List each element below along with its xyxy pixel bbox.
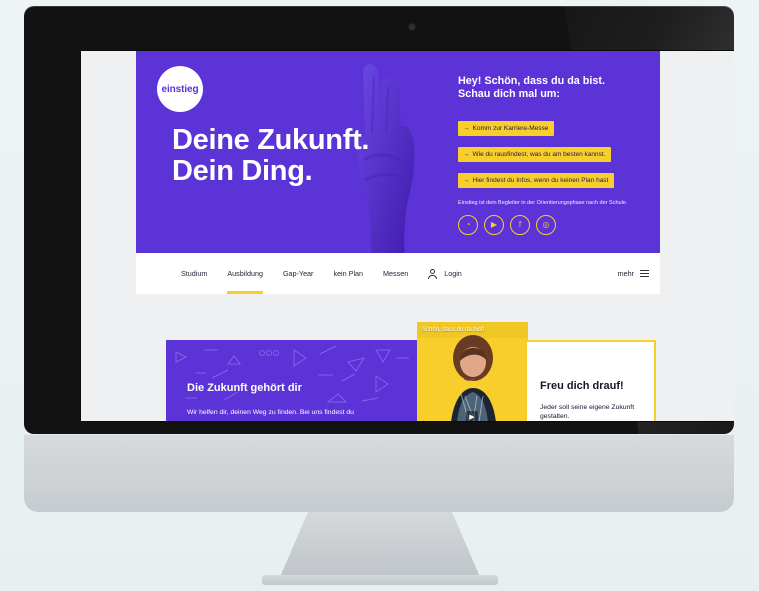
instagram-icon[interactable]: ◎ (536, 215, 556, 235)
social-links: ◔ ▶ f ◎ (458, 215, 648, 235)
play-icon[interactable]: ▶ (466, 411, 478, 421)
monitor-chin (24, 434, 734, 512)
menu-icon (640, 270, 649, 277)
arrow-right-icon: → (463, 151, 470, 158)
nav-item-messen[interactable]: Messen (383, 253, 408, 294)
video-title: Schön, dass du da bist! (422, 327, 485, 333)
hero-greeting: Hey! Schön, dass du da bist. Schau dich … (458, 75, 605, 100)
nav-items: Studium Ausbildung Gap-Year kein Plan Me… (181, 253, 462, 294)
youtube-icon[interactable]: ▶ (484, 215, 504, 235)
hero-description: Einstieg ist dein Begleiter in der Orien… (458, 200, 628, 206)
login-label: Login (444, 269, 462, 278)
monitor-bezel: einstieg Deine Zukunft. Dein Ding. Hey! … (24, 6, 734, 434)
logo-text: einstieg (161, 83, 199, 95)
nav-item-login[interactable]: Login (428, 253, 462, 294)
hero-title: Deine Zukunft. Dein Ding. (172, 125, 412, 187)
talent-button[interactable]: → Wie du rausfindest, was du am besten k… (458, 147, 612, 162)
logo[interactable]: einstieg (157, 66, 203, 112)
arrow-right-icon: → (463, 125, 470, 132)
career-fair-button[interactable]: → Komm zur Karriere-Messe (458, 121, 555, 136)
monitor-stand-neck (280, 512, 480, 577)
future-card-text: Wir helfen dir, deinen Weg zu finden. Be… (187, 409, 354, 416)
nav-item-ausbildung[interactable]: Ausbildung (227, 253, 263, 294)
freu-dich-card: Freu dich drauf! Jeder soll seine eigene… (527, 340, 656, 421)
hero-title-line2: Dein Ding. (172, 155, 313, 187)
no-plan-button[interactable]: → Hier findest du Infos, wenn du keinen … (458, 173, 615, 188)
intro-video-card[interactable]: Schön, dass du da bist! ▶ (417, 322, 528, 421)
video-thumbnail (417, 322, 528, 421)
main-navigation: Studium Ausbildung Gap-Year kein Plan Me… (136, 253, 660, 294)
arrow-right-icon: → (463, 177, 470, 184)
snapchat-icon[interactable]: ◔ (458, 215, 478, 235)
talent-button-label: Wie du rausfindest, was du am besten kan… (472, 151, 606, 158)
nav-item-studium[interactable]: Studium (181, 253, 207, 294)
nav-item-gap-year[interactable]: Gap-Year (283, 253, 314, 294)
future-card-title: Die Zukunft gehört dir (187, 382, 302, 394)
freu-dich-text: Jeder soll seine eigene Zukunft gestalte… (540, 404, 635, 420)
monitor-stand-base (262, 575, 498, 585)
career-fair-button-label: Komm zur Karriere-Messe (472, 125, 549, 132)
camera-dot (409, 24, 415, 30)
screen: einstieg Deine Zukunft. Dein Ding. Hey! … (80, 50, 734, 422)
more-label: mehr (617, 269, 634, 278)
facebook-icon[interactable]: f (510, 215, 530, 235)
monitor-mockup: einstieg Deine Zukunft. Dein Ding. Hey! … (0, 0, 759, 591)
hero-title-line1: Deine Zukunft. (172, 124, 370, 156)
nav-item-kein-plan[interactable]: kein Plan (333, 253, 363, 294)
no-plan-button-label: Hier findest du Infos, wenn du keinen Pl… (472, 177, 609, 184)
freu-dich-title: Freu dich drauf! (540, 380, 624, 392)
person-icon (428, 268, 438, 279)
hero-info-panel: Hey! Schön, dass du da bist. Schau dich … (458, 75, 648, 235)
future-card: Die Zukunft gehört dir Wir helfen dir, d… (166, 340, 418, 421)
hero-banner: einstieg Deine Zukunft. Dein Ding. Hey! … (136, 51, 660, 253)
more-menu-button[interactable]: mehr (618, 253, 649, 294)
